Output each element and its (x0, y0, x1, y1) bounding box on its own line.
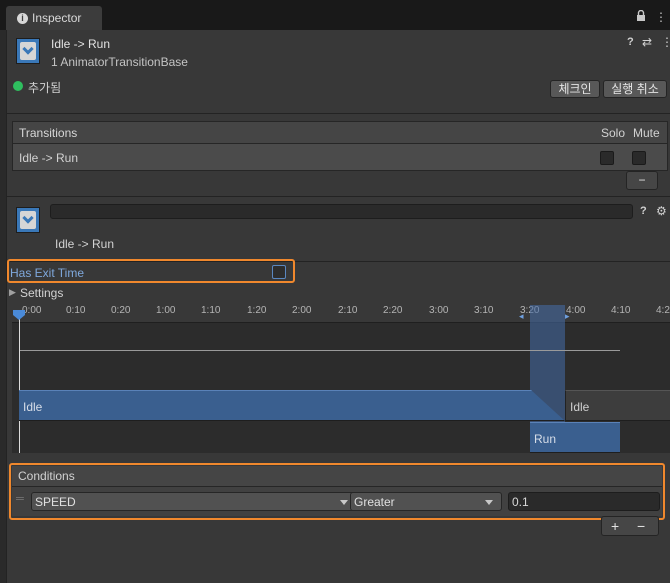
added-status-label: 추가됨 (28, 81, 62, 95)
tick-label: 0:20 (111, 305, 131, 316)
tick-label: 2:10 (338, 305, 358, 316)
checkin-button[interactable]: 체크인 (550, 80, 600, 98)
tab-inspector[interactable]: i Inspector (6, 6, 102, 30)
tick-label: 3:00 (429, 305, 449, 316)
preset-icon[interactable]: ⇄ (642, 35, 652, 49)
solo-checkbox[interactable] (600, 151, 614, 165)
added-status-icon (13, 81, 23, 91)
parameter-dropdown[interactable]: SPEED (31, 492, 357, 511)
conditions-header: Conditions (18, 469, 75, 483)
condition-add-remove-group: + − (601, 516, 659, 536)
source-state-label: Idle (23, 400, 43, 414)
tick-label: 1:10 (201, 305, 221, 316)
header-title: Idle -> Run (51, 37, 111, 51)
chevron-down-icon (485, 500, 493, 505)
header-subtitle: 1 AnimatorTransitionBase (51, 55, 188, 69)
transitions-list-header: Transitions Solo Mute (12, 121, 668, 144)
mute-checkbox[interactable] (632, 151, 646, 165)
foldout-arrow-icon[interactable]: ▶ (9, 287, 16, 298)
has-exit-time-label: Has Exit Time (10, 266, 85, 280)
has-exit-time-checkbox[interactable] (272, 265, 286, 279)
tab-title: Inspector (32, 11, 82, 25)
divider (6, 196, 670, 197)
playhead-line (19, 318, 20, 453)
condition-row[interactable]: ═ SPEED Greater 0.1 (12, 487, 662, 516)
chevron-down-icon (340, 500, 348, 505)
exit-handle-right-icon[interactable]: ▸ (565, 311, 573, 321)
tick-label: 3:10 (474, 305, 494, 316)
tick-label: 1:20 (247, 305, 267, 316)
solo-column-header: Solo (601, 126, 626, 140)
tick-label: 4:2 (656, 305, 670, 316)
lock-icon[interactable] (636, 9, 646, 24)
source-state-bar[interactable]: Idle (19, 390, 565, 421)
destination-state-bar[interactable]: Run (530, 422, 620, 453)
transitions-header: Transitions (19, 126, 78, 140)
divider (6, 113, 670, 114)
source-state-loop-label: Idle (570, 400, 590, 414)
mode-dropdown[interactable]: Greater (350, 492, 502, 511)
animator-transition-icon (16, 38, 40, 64)
preview-curve (20, 350, 620, 351)
remove-transition-button[interactable]: − (626, 171, 658, 190)
transition-row[interactable]: Idle -> Run (12, 144, 668, 171)
gear-icon[interactable]: ⚙ (656, 204, 667, 218)
tick-label: 2:00 (292, 305, 312, 316)
help-icon[interactable]: ? (640, 205, 647, 217)
remove-condition-button[interactable]: − (637, 518, 645, 534)
transition-label: Idle -> Run (55, 237, 115, 251)
conditions-header-bar: Conditions (12, 466, 662, 487)
help-icon[interactable]: ? (627, 36, 634, 48)
settings-foldout[interactable]: Settings (20, 286, 63, 300)
mute-column-header: Mute (633, 126, 660, 140)
threshold-field[interactable]: 0.1 (508, 492, 660, 511)
kebab-menu-icon[interactable]: ⋮ (655, 10, 667, 24)
destination-state-label: Run (534, 432, 557, 446)
context-menu-icon[interactable]: ⋮ (661, 35, 670, 49)
add-condition-button[interactable]: + (611, 518, 619, 534)
source-state-loop-bar[interactable]: Idle (565, 390, 670, 421)
transition-row-label: Idle -> Run (19, 151, 79, 165)
exit-handle-left-icon[interactable]: ◂ (519, 311, 527, 321)
tick-label: 2:20 (383, 305, 403, 316)
transition-icon (16, 207, 40, 233)
tick-label: 4:10 (611, 305, 631, 316)
tick-label: 0:10 (66, 305, 86, 316)
undo-button[interactable]: 실행 취소 (603, 80, 667, 98)
transition-name-field[interactable] (50, 204, 633, 219)
tick-label: 1:00 (156, 305, 176, 316)
info-icon: i (17, 13, 28, 24)
drag-handle-icon[interactable]: ═ (16, 493, 24, 505)
